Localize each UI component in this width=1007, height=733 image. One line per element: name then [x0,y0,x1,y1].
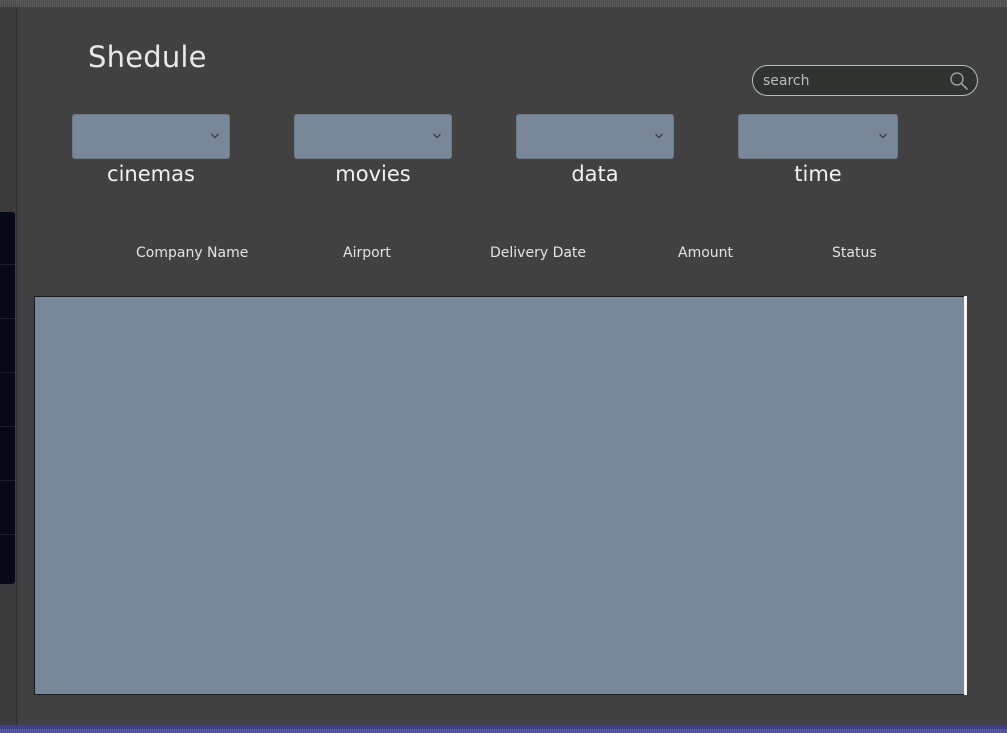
column-header-company-name[interactable]: Company Name [136,245,248,261]
app-window: Shedule cinemas movies data [0,0,1007,733]
data-label: data [571,162,619,186]
movies-dropdown[interactable] [294,114,452,159]
column-header-delivery-date[interactable]: Delivery Date [490,245,586,261]
search-icon[interactable] [949,71,969,91]
time-label: time [794,162,842,186]
grid-right-edge [964,296,967,695]
chevron-down-icon [433,133,441,139]
column-header-amount[interactable]: Amount [678,245,733,261]
search-box[interactable] [752,65,978,96]
sidebar-divider [0,264,15,265]
sidebar-divider [0,426,15,427]
left-sidebar-panel[interactable] [0,212,15,584]
sidebar-divider [0,318,15,319]
data-dropdown[interactable] [516,114,674,159]
column-header-status[interactable]: Status [832,245,877,261]
chevron-down-icon [879,133,887,139]
column-header-airport[interactable]: Airport [343,245,391,261]
page-title: Shedule [88,40,207,74]
chevron-down-icon [211,133,219,139]
chevron-down-icon [655,133,663,139]
sidebar-divider [0,372,15,373]
search-input[interactable] [763,71,943,91]
window-top-border [0,0,1007,7]
sidebar-divider [0,534,15,535]
data-grid[interactable] [34,296,966,695]
sidebar-divider [0,480,15,481]
time-dropdown[interactable] [738,114,898,159]
window-bottom-border [0,725,1007,733]
cinemas-label: cinemas [107,162,195,186]
movies-label: movies [335,162,411,186]
cinemas-dropdown[interactable] [72,114,230,159]
